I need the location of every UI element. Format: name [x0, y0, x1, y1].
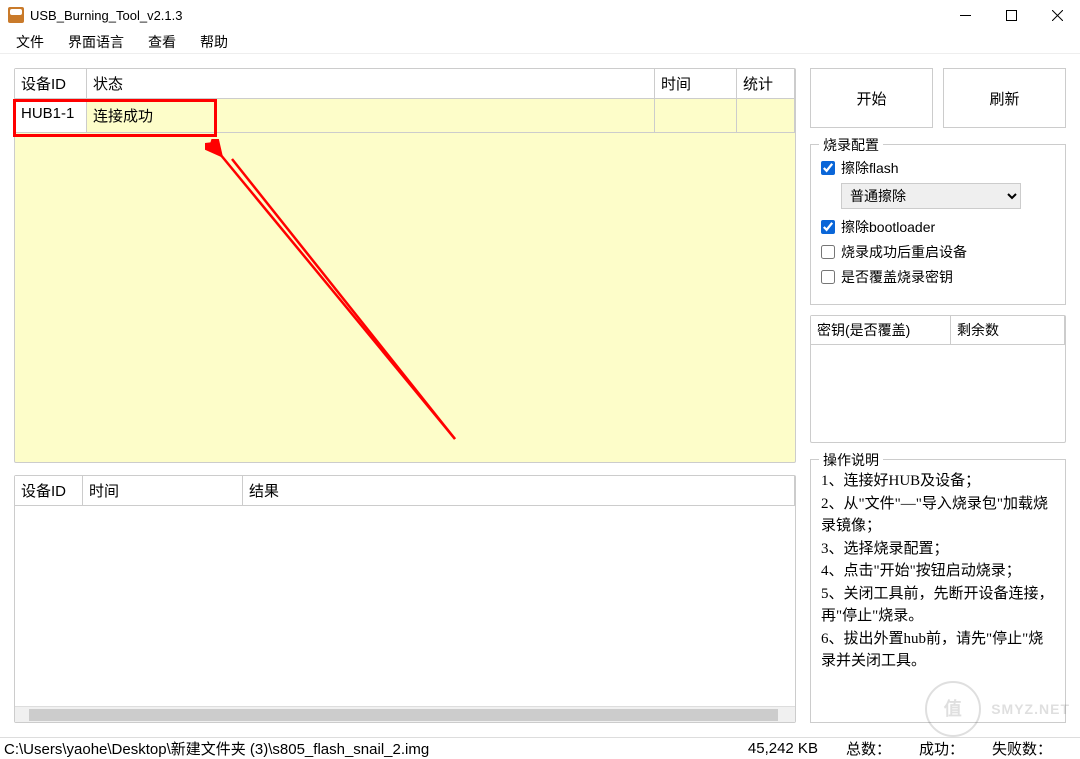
header-device-id: 设备ID — [15, 69, 87, 98]
key-header-remain: 剩余数 — [951, 316, 1065, 344]
reboot-after-row[interactable]: 烧录成功后重启设备 — [821, 242, 1055, 262]
cell-device-id: HUB1-1 — [15, 99, 87, 133]
erase-flash-checkbox[interactable] — [821, 161, 835, 175]
key-table-header: 密钥(是否覆盖) 剩余数 — [811, 316, 1065, 345]
menubar: 文件 界面语言 查看 帮助 — [0, 30, 1080, 54]
content-area: 设备ID 状态 时间 统计 HUB1-1 连接成功 设备ID — [0, 54, 1080, 737]
instruction-line: 5、关闭工具前，先断开设备连接，再"停止"烧录。 — [821, 583, 1055, 628]
log-table: 设备ID 时间 结果 — [15, 476, 795, 706]
device-table-header: 设备ID 状态 时间 统计 — [15, 69, 795, 99]
erase-flash-label: 擦除flash — [841, 158, 899, 178]
window-title: USB_Burning_Tool_v2.1.3 — [30, 8, 183, 23]
reboot-after-label: 烧录成功后重启设备 — [841, 242, 967, 262]
minimize-button[interactable] — [942, 0, 988, 30]
log-table-header: 设备ID 时间 结果 — [15, 476, 795, 506]
instruction-line: 3、选择烧录配置； — [821, 538, 1055, 561]
overwrite-key-label: 是否覆盖烧录密钥 — [841, 267, 953, 287]
status-success: 成功： — [919, 738, 992, 759]
header-time: 时间 — [655, 69, 737, 98]
app-icon — [8, 7, 24, 23]
log-panel: 设备ID 时间 结果 — [14, 475, 796, 723]
start-button[interactable]: 开始 — [810, 68, 933, 128]
erase-bootloader-label: 擦除bootloader — [841, 217, 935, 237]
cell-time — [655, 99, 737, 133]
refresh-button[interactable]: 刷新 — [943, 68, 1066, 128]
erase-bootloader-checkbox[interactable] — [821, 220, 835, 234]
window-controls — [942, 0, 1080, 30]
overwrite-key-checkbox[interactable] — [821, 270, 835, 284]
titlebar: USB_Burning_Tool_v2.1.3 — [0, 0, 1080, 30]
arrow-annotation — [205, 139, 465, 449]
menu-file[interactable]: 文件 — [4, 30, 56, 54]
log-header-id: 设备ID — [15, 476, 83, 505]
key-table: 密钥(是否覆盖) 剩余数 — [810, 315, 1066, 443]
cell-status: 连接成功 — [87, 99, 655, 133]
instruction-line: 4、点击"开始"按钮启动烧录； — [821, 560, 1055, 583]
log-header-result: 结果 — [243, 476, 795, 505]
instruction-line: 1、连接好HUB及设备； — [821, 470, 1055, 493]
horizontal-scrollbar[interactable] — [15, 706, 795, 722]
table-row[interactable]: HUB1-1 连接成功 — [15, 99, 795, 133]
burn-config-group: 烧录配置 擦除flash 普通擦除 擦除bootloader 烧录成功后重启设备 — [810, 144, 1066, 305]
status-size: 45,242 KB — [748, 740, 846, 757]
log-header-time: 时间 — [83, 476, 243, 505]
statusbar: C:\Users\yaohe\Desktop\新建文件夹 (3)\s805_fl… — [0, 737, 1080, 759]
erase-bootloader-row[interactable]: 擦除bootloader — [821, 217, 1055, 237]
instructions-group: 操作说明 1、连接好HUB及设备； 2、从"文件"—"导入烧录包"加载烧录镜像；… — [810, 459, 1066, 723]
header-status: 状态 — [87, 69, 655, 98]
erase-flash-row[interactable]: 擦除flash — [821, 158, 1055, 178]
erase-mode-wrap: 普通擦除 — [841, 183, 1055, 209]
menu-help[interactable]: 帮助 — [188, 30, 240, 54]
maximize-button[interactable] — [988, 0, 1034, 30]
menu-view[interactable]: 查看 — [136, 30, 188, 54]
device-table: 设备ID 状态 时间 统计 HUB1-1 连接成功 — [14, 68, 796, 463]
header-stat: 统计 — [737, 69, 795, 98]
key-header-key: 密钥(是否覆盖) — [811, 316, 951, 344]
left-column: 设备ID 状态 时间 统计 HUB1-1 连接成功 设备ID — [14, 68, 796, 723]
cell-stat — [737, 99, 795, 133]
instruction-line: 6、拔出外置hub前，请先"停止"烧录并关闭工具。 — [821, 628, 1055, 673]
menu-language[interactable]: 界面语言 — [56, 30, 136, 54]
close-button[interactable] — [1034, 0, 1080, 30]
instructions-body: 1、连接好HUB及设备； 2、从"文件"—"导入烧录包"加载烧录镜像； 3、选择… — [821, 468, 1055, 673]
action-buttons: 开始 刷新 — [810, 68, 1066, 128]
config-title: 烧录配置 — [819, 135, 883, 155]
overwrite-key-row[interactable]: 是否覆盖烧录密钥 — [821, 267, 1055, 287]
status-total: 总数： — [846, 738, 919, 759]
status-fail: 失败数： — [992, 738, 1080, 759]
erase-mode-select[interactable]: 普通擦除 — [841, 183, 1021, 209]
reboot-after-checkbox[interactable] — [821, 245, 835, 259]
instructions-title: 操作说明 — [819, 450, 883, 470]
right-column: 开始 刷新 烧录配置 擦除flash 普通擦除 擦除bootloader 烧录成… — [810, 68, 1066, 723]
status-path: C:\Users\yaohe\Desktop\新建文件夹 (3)\s805_fl… — [4, 738, 748, 759]
instruction-line: 2、从"文件"—"导入烧录包"加载烧录镜像； — [821, 493, 1055, 538]
